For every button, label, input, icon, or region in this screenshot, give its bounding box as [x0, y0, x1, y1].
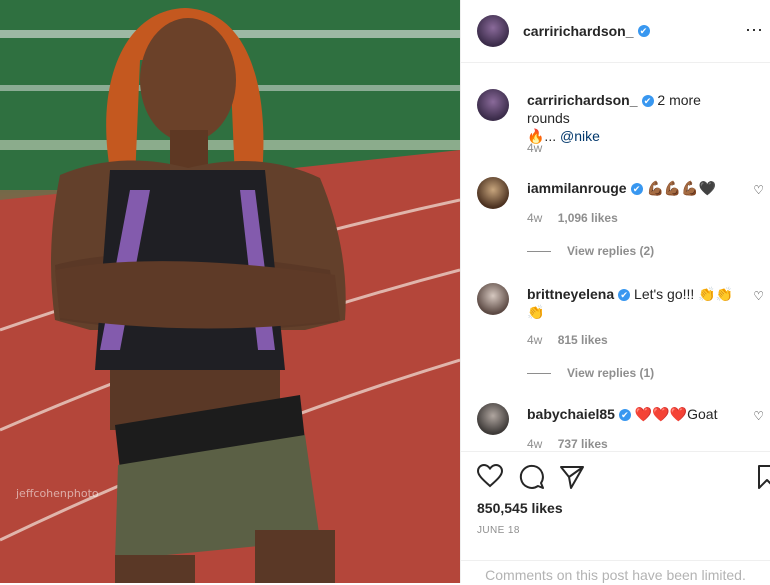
- photo-watermark: jeffcohenphoto: [16, 487, 99, 500]
- caption-body: carririchardson_ ✔ 2 more rounds 🔥... @ni…: [527, 91, 740, 145]
- more-options-icon[interactable]: ⋯: [745, 20, 764, 41]
- verified-badge-icon: ✔: [618, 409, 631, 421]
- comment-like-icon[interactable]: ♡: [753, 183, 764, 197]
- comment-time[interactable]: 4w: [527, 437, 542, 451]
- caption-meta: 4w: [527, 141, 554, 155]
- comment-text-cont: 👏: [527, 304, 545, 320]
- mention-link[interactable]: @nike: [560, 128, 600, 144]
- caption-username[interactable]: carririchardson_: [527, 92, 638, 108]
- comment-meta: 4w 1,096 likes: [527, 211, 630, 225]
- save-bookmark-icon[interactable]: [757, 464, 770, 490]
- comment-bubble-icon[interactable]: [519, 464, 545, 490]
- verified-badge-icon: ✔: [618, 289, 631, 301]
- verified-badge-icon: ✔: [630, 183, 643, 195]
- comment-text: 💪🏾💪🏾💪🏾🖤: [646, 180, 717, 196]
- verified-badge-icon: ✔: [641, 95, 654, 107]
- comment-meta: 4w 815 likes: [527, 333, 620, 347]
- comments-limited-notice: Comments on this post have been limited.: [461, 560, 770, 583]
- replies-divider: [527, 251, 551, 253]
- post-photo[interactable]: jeffcohenphoto: [0, 0, 460, 583]
- comment-text: Let's go!!! 👏👏: [634, 286, 734, 302]
- post-date[interactable]: JUNE 18: [477, 525, 520, 536]
- author-avatar[interactable]: [477, 89, 509, 121]
- action-icons: [477, 464, 770, 492]
- comment-username[interactable]: babychaiel85: [527, 406, 615, 422]
- comment-likes[interactable]: 1,096 likes: [558, 211, 618, 225]
- commenter-avatar[interactable]: [477, 283, 509, 315]
- like-heart-icon[interactable]: [477, 464, 503, 488]
- comment-like-icon[interactable]: ♡: [753, 289, 764, 303]
- post-header: carririchardson_ ✔ ⋯: [461, 0, 770, 63]
- comment-text: ❤️❤️❤️Goat: [634, 406, 718, 422]
- post-side-panel: carririchardson_ ✔ ⋯ carririchardson_ ✔ 2…: [460, 0, 770, 583]
- post-like-count[interactable]: 850,545 likes: [477, 500, 563, 516]
- caption-time[interactable]: 4w: [527, 141, 542, 155]
- view-replies-button[interactable]: View replies (1): [527, 366, 654, 380]
- comment-likes[interactable]: 737 likes: [558, 437, 608, 451]
- verified-badge-icon: ✔: [637, 25, 650, 37]
- share-send-icon[interactable]: [559, 464, 585, 490]
- comment-username[interactable]: iammilanrouge: [527, 180, 627, 196]
- view-replies-label: View replies (2): [567, 244, 655, 258]
- author-username[interactable]: carririchardson_: [523, 23, 634, 39]
- view-replies-button[interactable]: View replies (2): [527, 244, 654, 258]
- comment-username[interactable]: brittneyelena: [527, 286, 614, 302]
- instagram-post: jeffcohenphoto carririchardson_ ✔ ⋯ carr…: [0, 0, 770, 583]
- comment-body: brittneyelena ✔ Let's go!!! 👏👏 👏: [527, 285, 740, 321]
- commenter-avatar[interactable]: [477, 177, 509, 209]
- comment-body: iammilanrouge ✔ 💪🏾💪🏾💪🏾🖤: [527, 179, 740, 197]
- post-actions: 850,545 likes JUNE 18: [461, 451, 770, 562]
- comment-like-icon[interactable]: ♡: [753, 409, 764, 423]
- view-replies-label: View replies (1): [567, 366, 655, 380]
- comment-time[interactable]: 4w: [527, 333, 542, 347]
- comments-list: carririchardson_ ✔ 2 more rounds 🔥... @ni…: [461, 63, 770, 451]
- comment-meta: 4w 737 likes: [527, 437, 620, 451]
- author-avatar[interactable]: [477, 15, 509, 47]
- comment-likes[interactable]: 815 likes: [558, 333, 608, 347]
- replies-divider: [527, 373, 551, 375]
- comment-time[interactable]: 4w: [527, 211, 542, 225]
- commenter-avatar[interactable]: [477, 403, 509, 435]
- comment-body: babychaiel85 ✔ ❤️❤️❤️Goat: [527, 405, 740, 423]
